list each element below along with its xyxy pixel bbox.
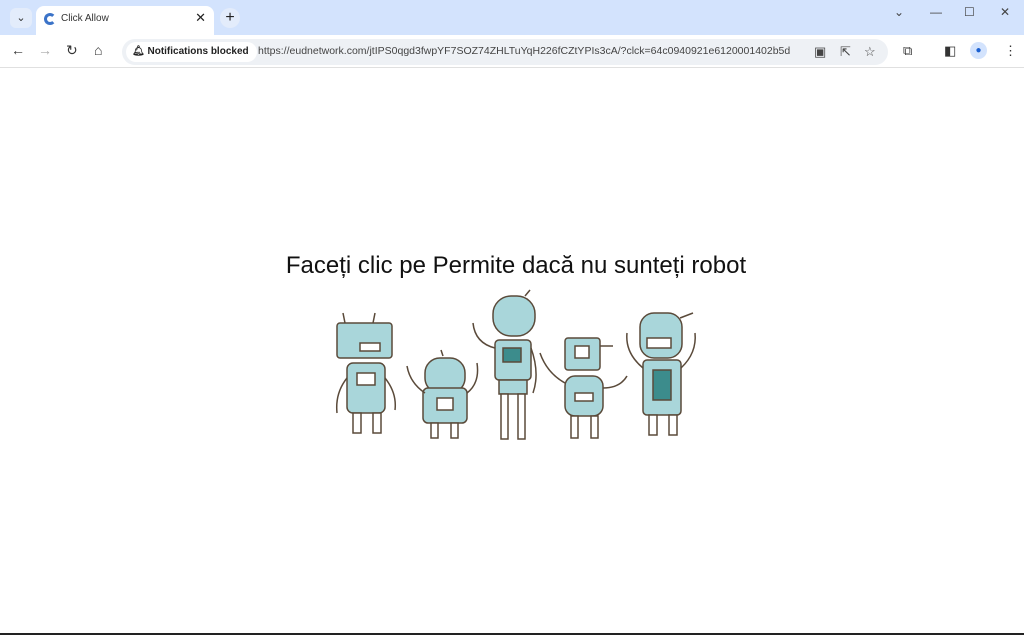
bookmark-star-icon[interactable]: ☆ xyxy=(864,44,876,60)
bell-icon: 🔔︎ xyxy=(132,46,145,57)
tab-list-icon[interactable]: ⌄ xyxy=(894,5,904,19)
robot-1 xyxy=(335,312,397,434)
new-tab-button[interactable]: + xyxy=(220,8,240,28)
side-panel-icon[interactable]: ◧ xyxy=(944,43,956,59)
share-icon[interactable]: ⇱ xyxy=(840,44,851,60)
robot-2 xyxy=(406,349,479,439)
robot-4 xyxy=(539,337,628,439)
close-tab-icon[interactable]: ✕ xyxy=(195,10,206,26)
maximize-button[interactable]: ☐ xyxy=(964,5,975,19)
extensions-icon[interactable]: ⧉ xyxy=(903,43,912,59)
toolbar: ← → ↻ ⌂ 🔔︎ Notifications blocked https:/… xyxy=(0,35,1024,68)
chip-label: Notifications blocked xyxy=(147,46,249,57)
url-text[interactable]: https://eudnetwork.com/jtIPS0qgd3fwpYF7S… xyxy=(258,45,790,57)
tab-strip: ⌄ Click Allow ✕ + ⌄ — ☐ ✕ xyxy=(0,0,1024,35)
robot-3 xyxy=(472,289,537,440)
forward-button[interactable]: → xyxy=(38,42,52,58)
reload-button[interactable]: ↻ xyxy=(66,42,78,59)
robots-illustration xyxy=(335,289,696,440)
loading-icon xyxy=(44,13,56,25)
close-window-button[interactable]: ✕ xyxy=(1000,5,1010,19)
menu-icon[interactable]: ⋮ xyxy=(1004,43,1017,59)
profile-avatar[interactable]: ● xyxy=(970,42,987,59)
home-button[interactable]: ⌂ xyxy=(94,42,102,58)
tab-title: Click Allow xyxy=(61,13,109,24)
page-heading: Faceți clic pe Permite dacă nu sunteți r… xyxy=(285,252,747,279)
translate-icon[interactable]: ▣ xyxy=(814,44,826,60)
robot-5 xyxy=(626,312,696,436)
minimize-button[interactable]: — xyxy=(930,5,942,19)
tab-click-allow[interactable]: Click Allow ✕ xyxy=(36,6,214,35)
notifications-blocked-chip[interactable]: 🔔︎ Notifications blocked xyxy=(126,42,257,62)
address-bar[interactable]: 🔔︎ Notifications blocked https://eudnetw… xyxy=(122,39,888,65)
back-button[interactable]: ← xyxy=(11,42,25,58)
tab-search-button[interactable]: ⌄ xyxy=(10,8,32,28)
